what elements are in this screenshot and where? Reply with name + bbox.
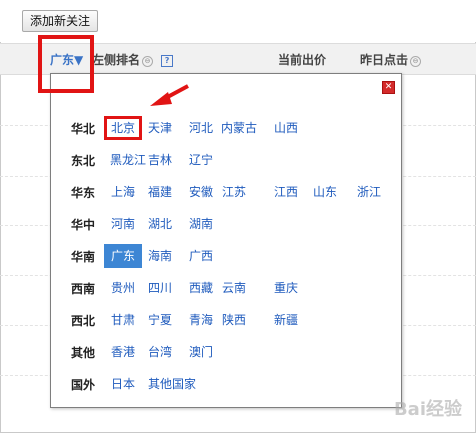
sort-icon[interactable]: ⊖	[410, 56, 422, 67]
city-option[interactable]: 香港	[104, 340, 142, 364]
city-option[interactable]: 吉林	[141, 148, 179, 172]
city-option[interactable]: 河南	[104, 212, 142, 236]
city-option[interactable]: 海南	[141, 244, 179, 268]
city-option[interactable]: 日本	[104, 372, 142, 396]
region-label: 华北	[71, 122, 96, 136]
city-option[interactable]: 天津	[141, 116, 179, 140]
rank-column-label: 左侧排名	[92, 53, 141, 67]
yesterday-clicks-column-header[interactable]: 昨日点击 ⊖	[360, 51, 422, 68]
watermark: Bai经验	[393, 399, 462, 420]
region-label: 国外	[71, 378, 96, 392]
city-option[interactable]: 浙江	[350, 180, 388, 204]
region-label: 西北	[71, 314, 96, 328]
city-option[interactable]: 新疆	[267, 308, 305, 332]
city-option[interactable]: 甘肃	[104, 308, 142, 332]
city-option[interactable]: 北京	[104, 116, 142, 140]
city-option[interactable]: 山西	[267, 116, 305, 140]
region-selector-popup: ✕ 华北 北京 天津 河北 内蒙古 山西 东北 黑龙江 吉林 辽宁 华东 上海 福建 安徽 江苏 江西 山东 浙江…	[50, 73, 402, 408]
city-option[interactable]: 广东	[104, 244, 142, 268]
region-label: 华南	[71, 250, 96, 264]
region-label: 华东	[71, 186, 96, 200]
region-row: 西南 贵州 四川 西藏 云南 重庆	[51, 276, 403, 300]
city-option[interactable]: 湖南	[182, 212, 220, 236]
region-row: 其他 香港 台湾 澳门	[51, 340, 403, 364]
city-option[interactable]: 四川	[141, 276, 179, 300]
region-label: 华中	[71, 218, 96, 232]
city-option[interactable]: 重庆	[267, 276, 305, 300]
close-icon[interactable]: ✕	[382, 81, 395, 94]
help-icon[interactable]: ?	[161, 55, 174, 67]
city-option[interactable]: 云南	[215, 276, 253, 300]
region-row: 西北 甘肃 宁夏 青海 陕西 新疆	[51, 308, 403, 332]
sort-icon[interactable]: ⊖	[142, 56, 154, 67]
rank-column-header[interactable]: 左侧排名 ⊖?	[92, 51, 174, 68]
region-row: 东北 黑龙江 吉林 辽宁	[51, 148, 403, 172]
region-label: 其他	[71, 346, 96, 360]
region-row: 华东 上海 福建 安徽 江苏 江西 山东 浙江	[51, 180, 403, 204]
city-option[interactable]: 江苏	[215, 180, 253, 204]
city-option[interactable]: 内蒙古	[215, 116, 263, 140]
region-row: 华中 河南 湖北 湖南	[51, 212, 403, 236]
city-option[interactable]: 陕西	[215, 308, 253, 332]
city-option[interactable]: 台湾	[141, 340, 179, 364]
city-option[interactable]: 澳门	[182, 340, 220, 364]
city-option[interactable]: 其他国家	[141, 372, 203, 396]
city-option[interactable]: 湖北	[141, 212, 179, 236]
city-option[interactable]: 福建	[141, 180, 179, 204]
city-option[interactable]: 贵州	[104, 276, 142, 300]
current-bid-column-header: 当前出价	[278, 53, 327, 67]
city-option[interactable]: 宁夏	[141, 308, 179, 332]
region-row: 华北 北京 天津 河北 内蒙古 山西	[51, 116, 403, 140]
city-option[interactable]: 辽宁	[182, 148, 220, 172]
region-label: 西南	[71, 282, 96, 296]
add-follow-button[interactable]: 添加新关注	[22, 10, 99, 32]
yesterday-clicks-label: 昨日点击	[360, 53, 409, 67]
city-option[interactable]: 上海	[104, 180, 142, 204]
city-option[interactable]: 山东	[306, 180, 344, 204]
region-label: 东北	[71, 154, 96, 168]
region-row: 国外 日本 其他国家	[51, 372, 403, 396]
annotation-highlight-box	[38, 35, 94, 93]
region-row: 华南 广东 海南 广西	[51, 244, 403, 268]
city-option[interactable]: 江西	[267, 180, 305, 204]
city-option[interactable]: 广西	[182, 244, 220, 268]
